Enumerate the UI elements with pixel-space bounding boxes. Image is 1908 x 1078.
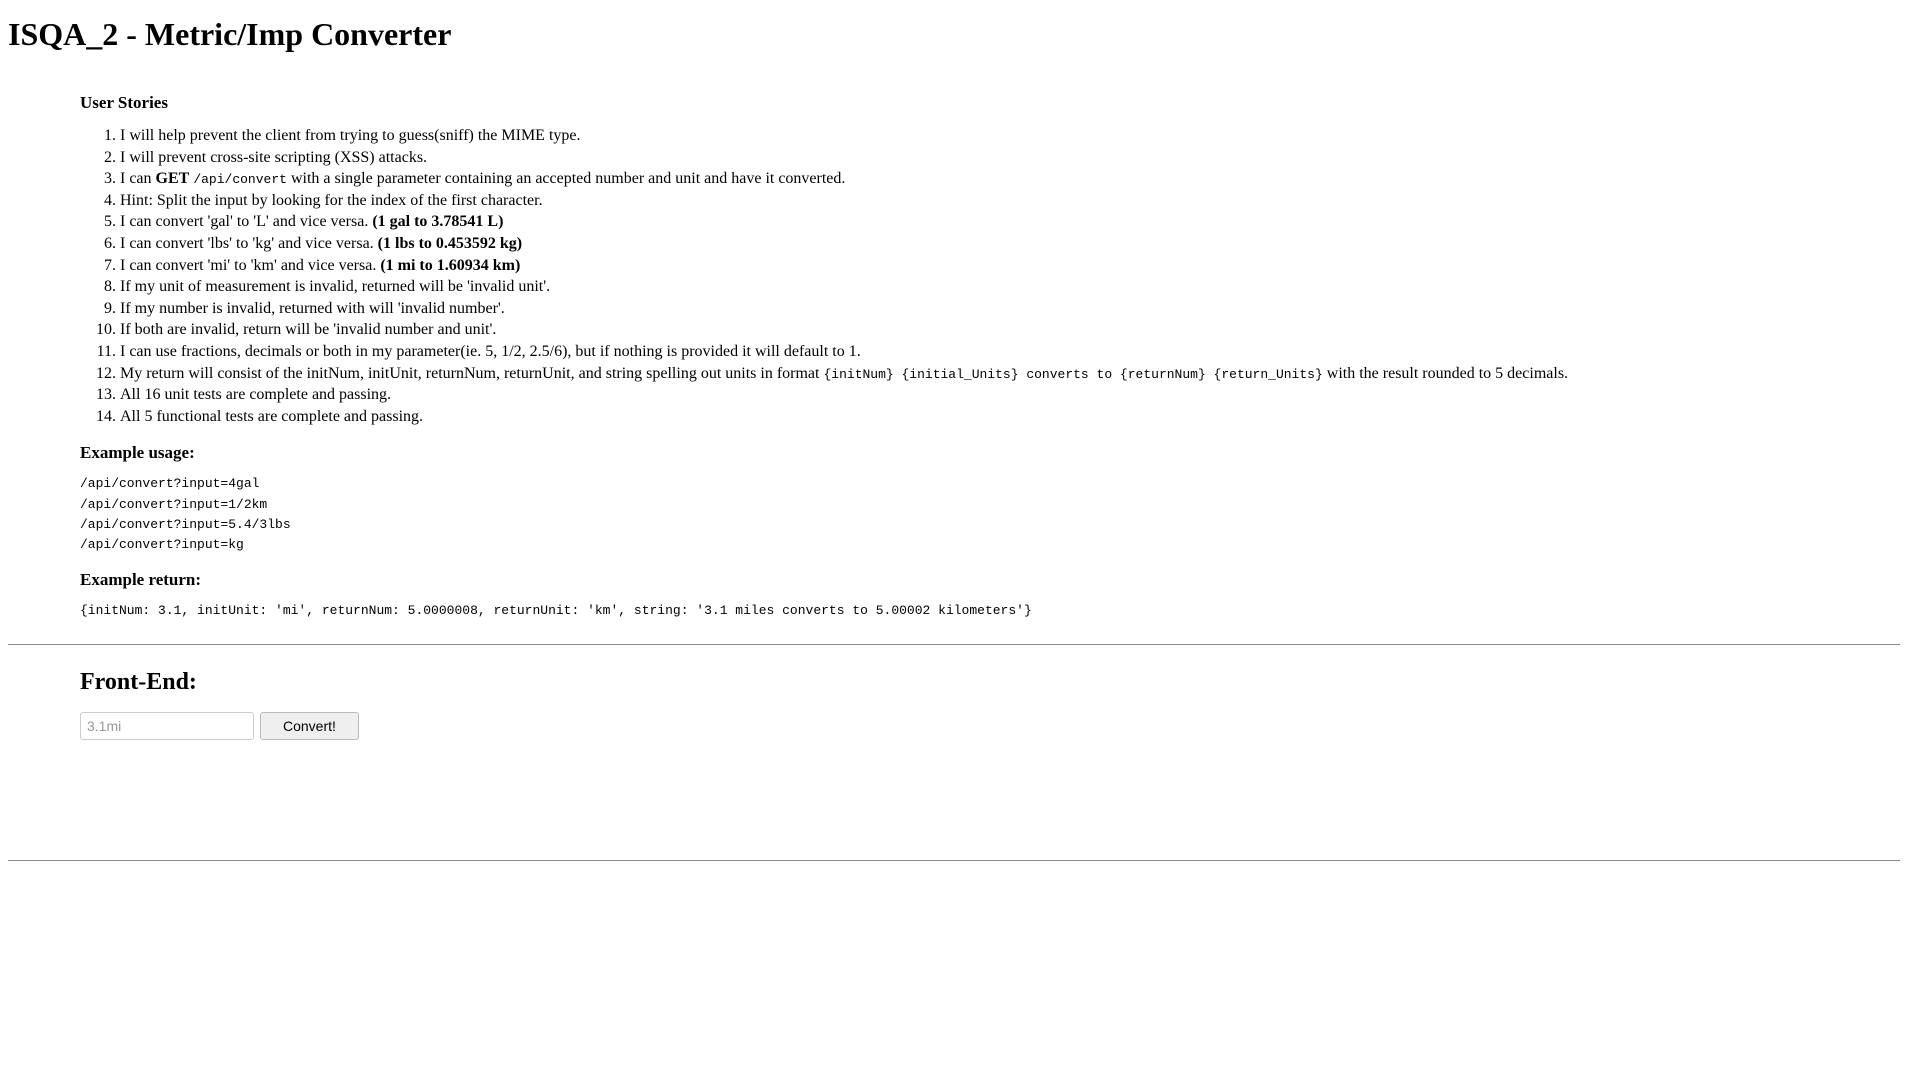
text-bold: (1 lbs to 0.453592 kg) — [378, 235, 522, 252]
text-bold: (1 mi to 1.60934 km) — [380, 257, 520, 274]
list-item: If my unit of measurement is invalid, re… — [120, 276, 1852, 298]
code-inline: {initNum} {initial_Units} converts to {r… — [823, 367, 1322, 382]
page-title: ISQA_2 - Metric/Imp Converter — [8, 16, 1900, 53]
text-bold: GET — [156, 170, 190, 187]
list-item: My return will consist of the initNum, i… — [120, 363, 1852, 385]
code-line: /api/convert?input=1/2km — [80, 496, 1852, 514]
example-usage-block: /api/convert?input=4gal /api/convert?inp… — [80, 475, 1852, 554]
convert-button[interactable]: Convert! — [260, 712, 359, 740]
list-item: I can convert 'gal' to 'L' and vice vers… — [120, 211, 1852, 233]
list-item: All 5 functional tests are complete and … — [120, 406, 1852, 428]
text: I can convert 'gal' to 'L' and vice vers… — [120, 213, 372, 230]
convert-form: Convert! — [80, 712, 1852, 740]
text: I can convert 'lbs' to 'kg' and vice ver… — [120, 235, 378, 252]
list-item: I will help prevent the client from tryi… — [120, 125, 1852, 147]
example-usage-heading: Example usage: — [80, 443, 1852, 463]
user-stories-heading: User Stories — [80, 93, 1852, 113]
list-item: I will prevent cross-site scripting (XSS… — [120, 147, 1852, 169]
code-line: /api/convert?input=kg — [80, 536, 1852, 554]
list-item: If my number is invalid, returned with w… — [120, 298, 1852, 320]
user-stories-list: I will help prevent the client from tryi… — [80, 125, 1852, 427]
list-item: All 16 unit tests are complete and passi… — [120, 384, 1852, 406]
code-line: {initNum: 3.1, initUnit: 'mi', returnNum… — [80, 602, 1852, 620]
front-end-heading: Front-End: — [80, 669, 1852, 696]
list-item: Hint: Split the input by looking for the… — [120, 190, 1852, 212]
list-item: I can GET /api/convert with a single par… — [120, 168, 1852, 190]
list-item: I can convert 'mi' to 'km' and vice vers… — [120, 255, 1852, 277]
divider — [8, 860, 1900, 861]
example-return-heading: Example return: — [80, 570, 1852, 590]
text: I can — [120, 170, 156, 187]
text: My return will consist of the initNum, i… — [120, 365, 823, 382]
text: with the result rounded to 5 decimals. — [1323, 365, 1568, 382]
text: I can convert 'mi' to 'km' and vice vers… — [120, 257, 380, 274]
divider — [8, 644, 1900, 645]
text-bold: (1 gal to 3.78541 L) — [372, 213, 503, 230]
list-item: I can use fractions, decimals or both in… — [120, 341, 1852, 363]
code-line: /api/convert?input=4gal — [80, 475, 1852, 493]
list-item: If both are invalid, return will be 'inv… — [120, 319, 1852, 341]
text: with a single parameter containing an ac… — [287, 170, 845, 187]
code-inline: /api/convert — [193, 172, 287, 187]
convert-input[interactable] — [80, 712, 254, 740]
list-item: I can convert 'lbs' to 'kg' and vice ver… — [120, 233, 1852, 255]
code-line: /api/convert?input=5.4/3lbs — [80, 516, 1852, 534]
